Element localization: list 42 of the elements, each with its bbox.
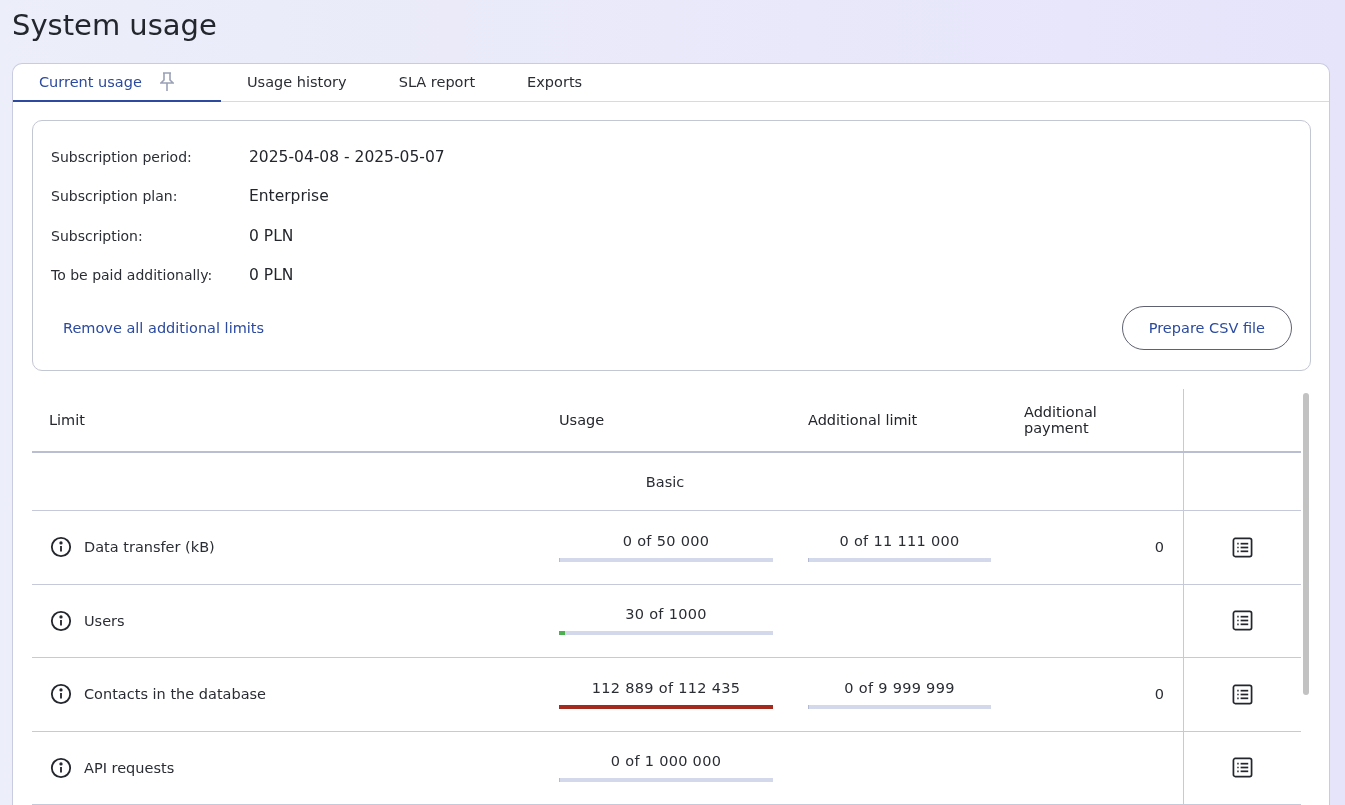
tab[interactable]: Usage history: [221, 64, 373, 102]
field-label: To be paid additionally:: [51, 267, 214, 284]
group-label: Basic: [645, 473, 685, 490]
column-header: Additional limit: [808, 412, 918, 428]
column-header: Additional payment: [1024, 404, 1098, 436]
payment-amount: 0: [1154, 539, 1164, 556]
limit-name: Users: [84, 612, 125, 629]
column-header: Limit: [49, 412, 85, 428]
usage-reading: 112 889 of 112 435: [591, 679, 741, 696]
remove-limits-link[interactable]: Remove all additional limits: [63, 320, 265, 336]
list-icon[interactable]: [1232, 610, 1253, 632]
payment-amount: 0: [1154, 686, 1164, 703]
usage-reading: 0 of 11 111 000: [839, 532, 960, 549]
field-value: 0 PLN: [249, 226, 294, 245]
limit-name: Contacts in the database: [84, 686, 267, 703]
field-value: 0 PLN: [249, 266, 294, 285]
list-icon[interactable]: [1232, 536, 1253, 558]
limit-name: Data transfer (kB): [84, 539, 215, 556]
tab[interactable]: Current usage: [13, 64, 221, 102]
list-icon[interactable]: [1232, 683, 1253, 705]
scrollbar-thumb[interactable]: [1303, 393, 1309, 695]
usage-reading: 0 of 50 000: [622, 532, 710, 549]
list-icon[interactable]: [1232, 757, 1253, 779]
field-label: Subscription:: [51, 227, 144, 244]
tab[interactable]: Exports: [501, 64, 609, 102]
usage-reading: 0 of 1 000 000: [610, 753, 722, 770]
tab[interactable]: SLA report: [372, 64, 502, 102]
limit-name: API requests: [84, 759, 175, 776]
field-label: Subscription plan:: [51, 188, 179, 205]
field-value: 2025-04-08 - 2025-05-07: [249, 147, 445, 166]
pin-icon[interactable]: [159, 72, 174, 92]
info-icon[interactable]: [50, 756, 72, 779]
usage-reading: 0 of 9 999 999: [844, 679, 955, 696]
field-value: Enterprise: [249, 187, 329, 206]
info-icon[interactable]: [50, 683, 72, 706]
column-header: Usage: [559, 412, 605, 428]
field-label: Subscription period:: [51, 148, 193, 165]
info-icon[interactable]: [50, 609, 72, 632]
info-icon[interactable]: [50, 536, 72, 559]
page-title: System usage: [12, 8, 218, 44]
usage-reading: 30 of 1000: [625, 606, 707, 623]
prepare-csv-button[interactable]: Prepare CSV file: [1121, 306, 1292, 350]
